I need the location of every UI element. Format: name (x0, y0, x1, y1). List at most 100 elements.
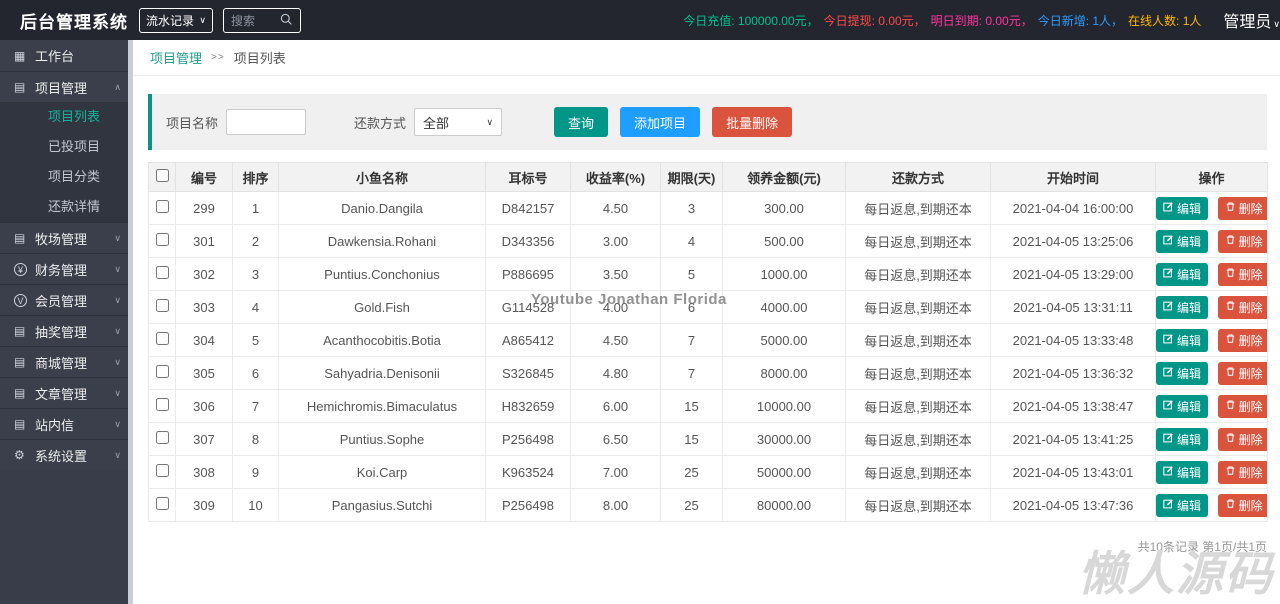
edit-icon (1163, 300, 1174, 314)
edit-icon (1163, 366, 1174, 380)
cell-actions: 编辑 删除 (1155, 191, 1268, 225)
cell-ear-tag: P886695 (485, 257, 571, 291)
row-select-cell (148, 389, 176, 423)
trash-icon (1225, 432, 1236, 446)
sidebar-item-9[interactable]: ⚙ 系统设置 ∨ (0, 439, 133, 470)
column-header-8: 开始时间 (990, 162, 1156, 192)
sidebar-subitem-0[interactable]: 项目列表 (0, 102, 133, 132)
select-all-checkbox[interactable] (155, 169, 169, 182)
sidebar-item-4[interactable]: V 会员管理 ∨ (0, 284, 133, 315)
edit-button[interactable]: 编辑 (1156, 229, 1209, 253)
cell-ear-tag: D343356 (485, 224, 571, 258)
cell-id: 304 (175, 323, 233, 357)
cell-repay-method: 每日返息,到期还本 (845, 290, 991, 324)
cell-sort: 1 (232, 191, 279, 225)
delete-button[interactable]: 删除 (1217, 295, 1267, 319)
cell-fish-name: Pangasius.Sutchi (278, 488, 486, 522)
cell-days: 7 (660, 356, 723, 390)
row-checkbox[interactable] (155, 365, 169, 378)
cell-rate: 6.00 (570, 389, 661, 423)
edit-icon (1163, 333, 1174, 347)
sidebar-item-7[interactable]: ▤ 文章管理 ∨ (0, 377, 133, 408)
cell-actions: 编辑 删除 (1155, 257, 1268, 291)
cell-rate: 4.80 (570, 356, 661, 390)
sidebar-item-6[interactable]: ▤ 商城管理 ∨ (0, 346, 133, 377)
header-stats: 今日充值: 100000.00元， 今日提现: 0.00元， 明日到期: 0.00元… (678, 12, 1215, 29)
edit-button[interactable]: 编辑 (1156, 196, 1209, 220)
row-checkbox[interactable] (155, 332, 169, 345)
table-row: 305 6 Sahyadria.Denisonii S326845 4.80 7… (148, 356, 1268, 390)
edit-button[interactable]: 编辑 (1156, 427, 1209, 451)
cell-amount: 50000.00 (722, 455, 846, 489)
row-checkbox[interactable] (155, 266, 169, 279)
sidebar-subitem-2[interactable]: 项目分类 (0, 162, 133, 192)
delete-button[interactable]: 删除 (1217, 196, 1267, 220)
admin-menu[interactable]: 管理员 ∨ (1223, 8, 1280, 32)
cell-start-time: 2021-04-05 13:38:47 (990, 389, 1156, 423)
cell-days: 15 (660, 422, 723, 456)
sidebar-item-label: 工作台 (35, 49, 75, 64)
delete-button[interactable]: 删除 (1217, 394, 1267, 418)
row-checkbox[interactable] (155, 464, 169, 477)
add-project-button[interactable]: 添加项目 (620, 107, 701, 137)
delete-button[interactable]: 删除 (1217, 427, 1267, 451)
row-checkbox[interactable] (155, 497, 169, 510)
cell-repay-method: 每日返息,到期还本 (845, 224, 991, 258)
delete-button[interactable]: 删除 (1217, 361, 1267, 385)
edit-button[interactable]: 编辑 (1156, 328, 1209, 352)
row-checkbox[interactable] (155, 431, 169, 444)
row-select-cell (148, 224, 176, 258)
edit-icon (1163, 201, 1174, 215)
header-search-input[interactable]: 搜索 (223, 7, 301, 33)
cell-actions: 编辑 删除 (1155, 389, 1268, 423)
edit-button[interactable]: 编辑 (1156, 460, 1209, 484)
edit-button[interactable]: 编辑 (1156, 361, 1209, 385)
cell-id: 301 (175, 224, 233, 258)
sidebar-item-3[interactable]: ¥ 财务管理 ∨ (0, 253, 133, 284)
column-header-1: 排序 (232, 162, 279, 192)
sidebar-item-0[interactable]: ▦ 工作台 (0, 40, 133, 71)
project-name-input[interactable] (226, 109, 307, 135)
edit-button[interactable]: 编辑 (1156, 295, 1209, 319)
delete-button[interactable]: 删除 (1217, 262, 1267, 286)
sidebar-subitem-3[interactable]: 还款详情 (0, 192, 133, 222)
table-row: 299 1 Danio.Dangila D842157 4.50 3 300.0… (148, 191, 1268, 225)
cell-sort: 9 (232, 455, 279, 489)
delete-button[interactable]: 删除 (1217, 493, 1267, 517)
delete-button[interactable]: 删除 (1217, 328, 1267, 352)
sidebar-item-1[interactable]: ▤ 项目管理 ∧ (0, 71, 133, 102)
cell-fish-name: Puntius.Conchonius (278, 257, 486, 291)
query-button[interactable]: 查询 (554, 107, 609, 137)
sidebar-item-2[interactable]: ▤ 牧场管理 ∨ (0, 222, 133, 253)
edit-button[interactable]: 编辑 (1156, 493, 1209, 517)
sidebar-subitem-1[interactable]: 已投项目 (0, 132, 133, 162)
repay-method-select[interactable]: 全部 ∨ (414, 108, 503, 136)
cell-repay-method: 每日返息,到期还本 (845, 356, 991, 390)
cell-rate: 7.00 (570, 455, 661, 489)
cell-start-time: 2021-04-05 13:47:36 (990, 488, 1156, 522)
chevron-down-icon: ∨ (486, 116, 494, 127)
document-icon: ▤ (14, 355, 26, 369)
delete-button[interactable]: 删除 (1217, 229, 1267, 253)
cell-actions: 编辑 删除 (1155, 488, 1268, 522)
header-nav-select[interactable]: 流水记录 ∨ (139, 7, 213, 33)
edit-button[interactable]: 编辑 (1156, 394, 1209, 418)
breadcrumb-parent[interactable]: 项目管理 (150, 48, 202, 67)
sidebar-item-8[interactable]: ▤ 站内信 ∨ (0, 408, 133, 439)
cell-id: 299 (175, 191, 233, 225)
row-checkbox[interactable] (155, 233, 169, 246)
row-checkbox[interactable] (155, 398, 169, 411)
row-checkbox[interactable] (155, 200, 169, 213)
delete-button[interactable]: 删除 (1217, 460, 1267, 484)
column-header-3: 耳标号 (485, 162, 571, 192)
chevron-down-icon: ∨ (1273, 19, 1280, 29)
row-checkbox[interactable] (155, 299, 169, 312)
repay-method-value: 全部 (423, 115, 450, 131)
sidebar-item-5[interactable]: ▤ 抽奖管理 ∨ (0, 315, 133, 346)
header-nav-select-value: 流水记录 (146, 13, 195, 28)
edit-button[interactable]: 编辑 (1156, 262, 1209, 286)
sidebar-scrollbar[interactable] (128, 40, 133, 604)
cell-amount: 500.00 (722, 224, 846, 258)
batch-delete-button[interactable]: 批量删除 (712, 107, 793, 137)
dashboard-icon: ▦ (14, 48, 26, 63)
